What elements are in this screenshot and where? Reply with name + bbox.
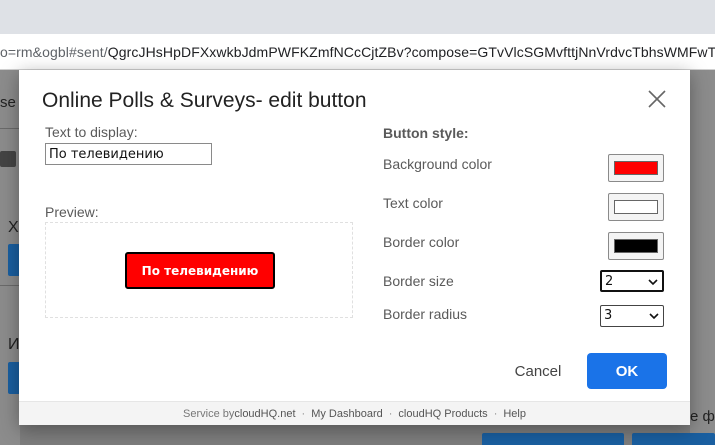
divider <box>0 128 20 129</box>
browser-tab-strip <box>0 0 715 34</box>
cloudhq-link[interactable]: cloudHQ.net <box>234 408 295 420</box>
background-color-picker[interactable] <box>608 154 664 182</box>
preview-area: По телевидению <box>45 222 353 318</box>
border-size-select[interactable]: 2 <box>600 270 664 292</box>
text-to-display-label: Text to display: <box>45 124 138 140</box>
url-prefix: o=rm&ogbl#sent/ <box>0 44 108 60</box>
preview-label: Preview: <box>45 204 99 220</box>
left-text-2: X <box>8 219 19 236</box>
left-text-3: И <box>8 336 20 353</box>
dialog-footer: Service by cloudHQ.net · My Dashboard · … <box>19 401 690 425</box>
close-icon <box>648 90 666 108</box>
archive-icon <box>0 151 16 167</box>
close-button[interactable] <box>646 88 668 110</box>
edit-button-dialog: Online Polls & Surveys- edit button Text… <box>19 70 690 425</box>
text-to-display-input[interactable] <box>45 143 212 165</box>
url-rest: QgrcJHsHpDFXxwkbJdmPWFKZmfNCcCjtZBv?comp… <box>107 44 715 60</box>
service-by-text: Service by <box>183 407 235 420</box>
cancel-button[interactable]: Cancel <box>503 356 573 386</box>
my-dashboard-link[interactable]: My Dashboard <box>311 408 383 420</box>
button-style-heading: Button style: <box>383 125 469 141</box>
border-color-picker[interactable] <box>608 232 664 260</box>
border-radius-label: Border radius <box>383 306 468 322</box>
border-color-label: Border color <box>383 234 460 250</box>
footer-separator: · <box>388 407 393 420</box>
text-color-picker[interactable] <box>608 193 664 221</box>
footer-separator: · <box>301 407 306 420</box>
border-color-swatch <box>614 239 658 253</box>
border-size-label: Border size <box>383 273 454 289</box>
background-color-label: Background color <box>383 156 492 172</box>
text-color-label: Text color <box>383 195 443 211</box>
right-column <box>690 70 715 445</box>
border-size-value: 2 <box>605 274 614 289</box>
background-blue-button <box>632 433 715 445</box>
dialog-title: Online Polls & Surveys- edit button <box>42 89 367 112</box>
chevron-down-icon <box>648 279 658 286</box>
background-blue-button <box>482 433 624 445</box>
right-text: е фи <box>690 408 715 425</box>
help-link[interactable]: Help <box>503 408 526 420</box>
ok-button[interactable]: OK <box>587 353 667 389</box>
background-color-swatch <box>614 161 658 175</box>
left-text-1: se <box>0 94 16 111</box>
border-radius-value: 3 <box>604 308 613 323</box>
preview-button: По телевидению <box>125 252 275 289</box>
divider <box>0 285 20 286</box>
address-bar[interactable]: o=rm&ogbl#sent/QgrcJHsHpDFXxwkbJdmPWFKZm… <box>0 34 715 70</box>
chevron-down-icon <box>649 313 659 320</box>
cloudhq-products-link[interactable]: cloudHQ Products <box>398 408 487 420</box>
url-text[interactable]: o=rm&ogbl#sent/QgrcJHsHpDFXxwkbJdmPWFKZm… <box>0 44 715 60</box>
text-color-swatch <box>614 200 658 214</box>
footer-separator: · <box>493 407 498 420</box>
border-radius-select[interactable]: 3 <box>600 305 664 327</box>
